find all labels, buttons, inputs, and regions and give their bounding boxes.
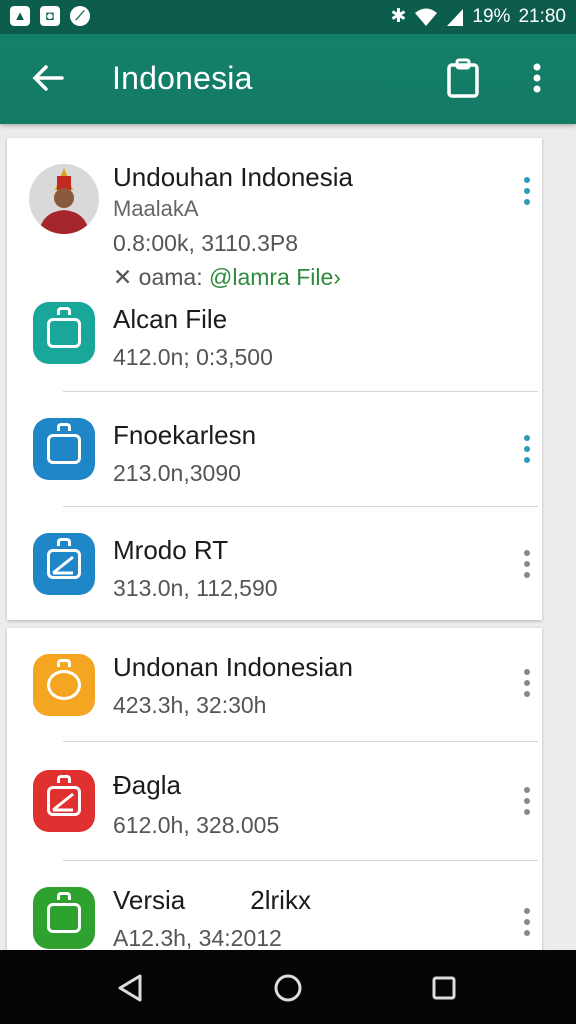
file-list-card: Undonan Indonesian 423.3h, 32:30h Ðagla … bbox=[7, 628, 542, 958]
photo-notification-icon: ◘ bbox=[40, 6, 60, 26]
item-menu-icon[interactable] bbox=[517, 174, 537, 208]
list-item[interactable]: Undonan Indonesian 423.3h, 32:30h bbox=[7, 628, 542, 742]
status-bar: ▲ ◘ ⟋ ✱ 19% 21:80 bbox=[0, 0, 576, 34]
list-item[interactable]: Alcan File 412.0n; 0:3,500 bbox=[7, 288, 542, 392]
item-meta: 313.0n, 112,590 bbox=[113, 575, 278, 601]
item-meta: 423.3h, 32:30h bbox=[113, 692, 267, 718]
item-title: Fnoekarlesn bbox=[113, 420, 257, 450]
back-arrow-icon[interactable] bbox=[28, 58, 68, 98]
item-meta: 0.8:00k, 3110.3P8 bbox=[113, 230, 298, 256]
list-item[interactable]: Versia 2lrikx A12.3h, 34:2012 bbox=[7, 861, 542, 958]
item-menu-icon[interactable] bbox=[517, 784, 537, 818]
list-item[interactable]: Undouhan Indonesia MaalakA 0.8:00k, 3110… bbox=[7, 138, 542, 291]
item-meta: A12.3h, 34:2012 bbox=[113, 925, 282, 951]
item-title: Undonan Indonesian bbox=[113, 652, 353, 682]
item-title: Versia 2lrikx bbox=[113, 885, 311, 915]
clock: 21:80 bbox=[518, 5, 566, 27]
back-triangle-icon[interactable] bbox=[112, 970, 148, 1006]
app-bar: Indonesia bbox=[0, 34, 576, 124]
list-item[interactable]: Fnoekarlesn 213.0n,3090 bbox=[7, 392, 542, 506]
file-icon bbox=[33, 418, 95, 480]
item-title: Alcan File bbox=[113, 304, 228, 334]
list-item[interactable]: Ðagla 612.0h, 328.005 bbox=[7, 742, 542, 860]
item-title: Mrodo RT bbox=[113, 535, 229, 565]
item-extra: ✕ oama: @lamra File› bbox=[113, 264, 341, 291]
wifi-icon bbox=[415, 8, 438, 26]
edit-file-icon bbox=[33, 770, 95, 832]
extra-prefix: ✕ oama: bbox=[113, 264, 203, 290]
file-icon bbox=[33, 302, 95, 364]
item-title: Ðagla bbox=[113, 770, 181, 800]
notification-icons: ▲ ◘ ⟋ bbox=[10, 6, 90, 26]
item-menu-icon[interactable] bbox=[517, 666, 537, 700]
recents-square-icon[interactable] bbox=[426, 970, 462, 1006]
item-meta: 412.0n; 0:3,500 bbox=[113, 344, 273, 370]
clipboard-icon[interactable] bbox=[444, 56, 482, 100]
compass-notification-icon: ⟋ bbox=[70, 6, 90, 26]
home-circle-icon[interactable] bbox=[270, 970, 306, 1006]
person-avatar bbox=[29, 164, 99, 234]
list-item[interactable]: Mrodo RT 313.0n, 112,590 bbox=[7, 507, 542, 619]
item-title: Undouhan Indonesia bbox=[113, 162, 353, 192]
file-icon bbox=[33, 654, 95, 716]
item-menu-icon[interactable] bbox=[517, 905, 537, 939]
item-menu-icon[interactable] bbox=[517, 547, 537, 581]
item-meta: 612.0h, 328.005 bbox=[113, 812, 280, 838]
more-options-icon[interactable] bbox=[520, 58, 554, 98]
item-subtitle: MaalakA bbox=[113, 196, 199, 221]
bluetooth-icon: ✱ bbox=[390, 6, 407, 27]
gallery-notification-icon: ▲ bbox=[10, 6, 30, 26]
signal-icon bbox=[447, 8, 464, 26]
camera-file-icon bbox=[33, 887, 95, 949]
status-right: ✱ 19% 21:80 bbox=[391, 5, 567, 28]
page-title: Indonesia bbox=[112, 60, 253, 96]
system-nav-bar bbox=[0, 950, 576, 1024]
battery-level: 19% bbox=[472, 5, 511, 27]
item-meta: 213.0n,3090 bbox=[113, 460, 241, 486]
item-menu-icon[interactable] bbox=[517, 432, 537, 466]
file-link[interactable]: @lamra File› bbox=[209, 264, 341, 290]
file-list-card: Undouhan Indonesia MaalakA 0.8:00k, 3110… bbox=[7, 138, 542, 620]
edit-file-icon bbox=[33, 533, 95, 595]
